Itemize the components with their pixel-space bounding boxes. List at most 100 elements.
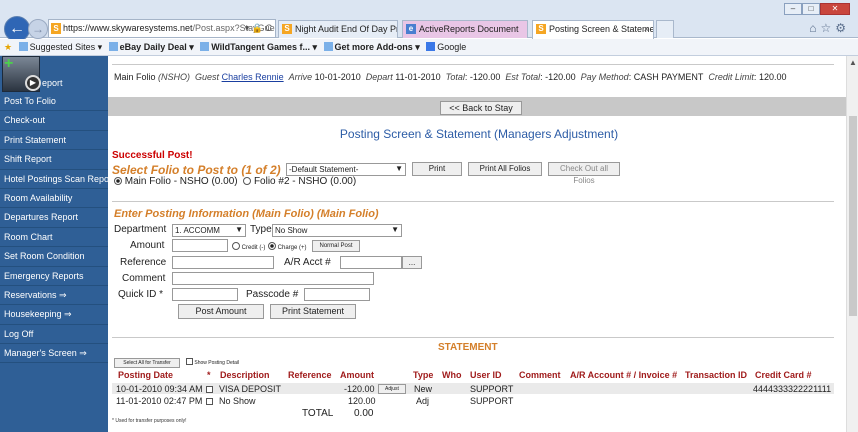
col-transfer-mark: * <box>207 370 211 380</box>
play-icon[interactable]: ▶ <box>25 75 41 91</box>
site-favicon-icon: S <box>536 24 546 34</box>
scroll-thumb[interactable] <box>849 116 857 316</box>
sidebar-item-reservations[interactable]: Reservations ⇒ <box>0 286 108 306</box>
sidebar-item-log-off[interactable]: Log Off <box>0 325 108 345</box>
est-total-label: Est Total <box>505 72 541 82</box>
type-value: No Show <box>275 226 308 235</box>
lock-refresh-icon[interactable]: ▾ 🔒 C <box>245 20 272 37</box>
ar-acct-field[interactable] <box>340 256 402 269</box>
fav-wildtangent[interactable]: WildTangent Games f... ▾ <box>200 39 317 55</box>
amount-field[interactable] <box>172 239 228 252</box>
google-icon <box>426 42 436 51</box>
chevron-down-icon: ▼ <box>395 164 403 173</box>
sidebar-item-print-statement[interactable]: Print Statement <box>0 131 108 151</box>
success-message: Successful Post! <box>112 150 193 161</box>
depart-label: Depart <box>365 72 393 82</box>
favorites-bar: ★ Suggested Sites ▾ eBay Daily Deal ▾ Wi… <box>0 39 858 56</box>
sidebar-item-check-out[interactable]: Check-out <box>0 111 108 131</box>
sidebar-item-room-chart[interactable]: Room Chart <box>0 228 108 248</box>
select-all-for-transfer-button[interactable]: Select All for Transfer <box>114 358 180 368</box>
arrive-date: 10-01-2010 <box>314 72 361 82</box>
favorites-star-icon[interactable]: ★ <box>4 39 12 55</box>
sidebar-item-departures-report[interactable]: Departures Report <box>0 208 108 228</box>
tab-label: Night Audit End Of Day Process <box>295 24 397 34</box>
print-button[interactable]: Print <box>412 162 462 176</box>
reference-label: Reference <box>120 257 167 268</box>
post-amount-button[interactable]: Post Amount <box>178 304 264 319</box>
ar-acct-label: A/R Acct # <box>284 257 331 268</box>
col-who: Who <box>442 370 462 380</box>
department-select[interactable]: 1. ACCOMM ▼ <box>172 224 246 237</box>
credit-radio[interactable] <box>232 242 240 250</box>
guest-name-link[interactable]: Charles Rennie <box>222 72 284 82</box>
fav-ebay[interactable]: eBay Daily Deal ▾ <box>108 39 194 55</box>
sidebar-item-managers-screen[interactable]: Manager's Screen ⇒ <box>0 344 108 364</box>
divider <box>112 337 834 338</box>
maximize-icon[interactable]: □ <box>802 3 820 15</box>
sidebar-item-report[interactable]: eport <box>42 78 63 88</box>
address-bar[interactable]: S https://www.skywaresystems.net/Post.as… <box>48 19 276 38</box>
scroll-up-icon[interactable]: ▲ <box>849 58 857 67</box>
credit-limit-value: 120.00 <box>758 72 787 82</box>
close-window-icon[interactable]: ✕ <box>820 3 850 15</box>
print-all-folios-button[interactable]: Print All Folios <box>468 162 542 176</box>
ar-lookup-button[interactable]: ... <box>402 256 422 269</box>
divider <box>112 201 834 202</box>
gear-icon[interactable]: ⚙ <box>835 21 850 35</box>
browser-titlebar: ← → S https://www.skywaresystems.net/Pos… <box>0 0 858 42</box>
back-to-stay-button[interactable]: << Back to Stay <box>440 101 522 115</box>
adjust-button[interactable]: Adjust <box>378 384 406 394</box>
home-icon[interactable]: ⌂ <box>809 21 820 35</box>
show-posting-detail-checkbox[interactable] <box>186 358 193 365</box>
print-statement-button[interactable]: Print Statement <box>270 304 356 319</box>
col-ar-account: A/R Account # / Invoice # <box>570 370 678 380</box>
fav-addons[interactable]: Get more Add-ons ▾ <box>323 39 420 55</box>
sidebar-item-housekeeping[interactable]: Housekeeping ⇒ <box>0 305 108 325</box>
minimize-icon[interactable]: – <box>784 3 802 15</box>
total-value: -120.00 <box>469 72 501 82</box>
new-tab-button[interactable] <box>656 20 674 38</box>
sidebar-item-hotel-postings[interactable]: Hotel Postings Scan Report <box>0 170 108 189</box>
select-folio-heading: Select Folio to Post to (1 of 2) <box>112 163 281 177</box>
comment-field[interactable] <box>172 272 374 285</box>
tab-posting-screen[interactable]: S Posting Screen & Statemen... × <box>532 20 654 39</box>
sidebar-item-emergency-reports[interactable]: Emergency Reports <box>0 267 108 286</box>
normal-post-button[interactable]: Normal Post <box>312 240 360 252</box>
page-icon <box>18 42 28 51</box>
favorites-star-icon[interactable]: ☆ <box>820 21 835 35</box>
transfer-checkbox[interactable] <box>206 384 213 394</box>
tab-activereports[interactable]: e ActiveReports Document <box>402 20 528 38</box>
forward-arrow-icon[interactable]: → <box>28 19 48 39</box>
col-comment: Comment <box>519 370 561 380</box>
sidebar-item-post-to-folio[interactable]: Post To Folio <box>0 92 108 112</box>
folio-info-line: Main Folio (NSHO) Guest Charles Rennie A… <box>114 72 787 82</box>
quick-id-field[interactable] <box>172 288 238 301</box>
sidebar-item-room-availability[interactable]: Room Availability <box>0 189 108 209</box>
vertical-scrollbar[interactable]: ▲ <box>846 56 858 432</box>
tab-night-audit[interactable]: S Night Audit End Of Day Process <box>278 20 398 38</box>
tab-label: Posting Screen & Statemen... <box>549 24 653 34</box>
amount-label: Amount <box>130 240 165 251</box>
chevron-down-icon: ▼ <box>391 225 399 234</box>
sidebar-item-set-room-condition[interactable]: Set Room Condition <box>0 247 108 267</box>
check-out-all-folios-button[interactable]: Check Out all Folios <box>548 162 620 185</box>
tab-label: ActiveReports Document <box>419 24 519 34</box>
row-description: VISA DEPOSIT <box>219 384 282 394</box>
folio-2-radio[interactable] <box>243 177 252 185</box>
transfer-checkbox[interactable] <box>206 396 213 406</box>
site-favicon-icon: S <box>51 23 61 34</box>
fav-suggested-sites[interactable]: Suggested Sites ▾ <box>18 39 102 55</box>
main-content: Main Folio (NSHO) Guest Charles Rennie A… <box>108 56 846 432</box>
sidebar-item-shift-report[interactable]: Shift Report <box>0 150 108 170</box>
depart-date: 11-01-2010 <box>395 72 441 82</box>
passcode-field[interactable] <box>304 288 370 301</box>
charge-radio[interactable] <box>268 242 276 250</box>
close-tab-icon[interactable]: × <box>644 21 649 37</box>
main-folio-radio[interactable] <box>114 177 122 185</box>
fav-google[interactable]: Google <box>426 39 466 55</box>
document-icon: e <box>406 24 416 34</box>
reference-field[interactable] <box>172 256 274 269</box>
passcode-label: Passcode # <box>246 289 299 300</box>
folio-statement-select[interactable]: -Default Statement- ▼ <box>286 163 406 176</box>
type-select[interactable]: No Show ▼ <box>272 224 402 237</box>
